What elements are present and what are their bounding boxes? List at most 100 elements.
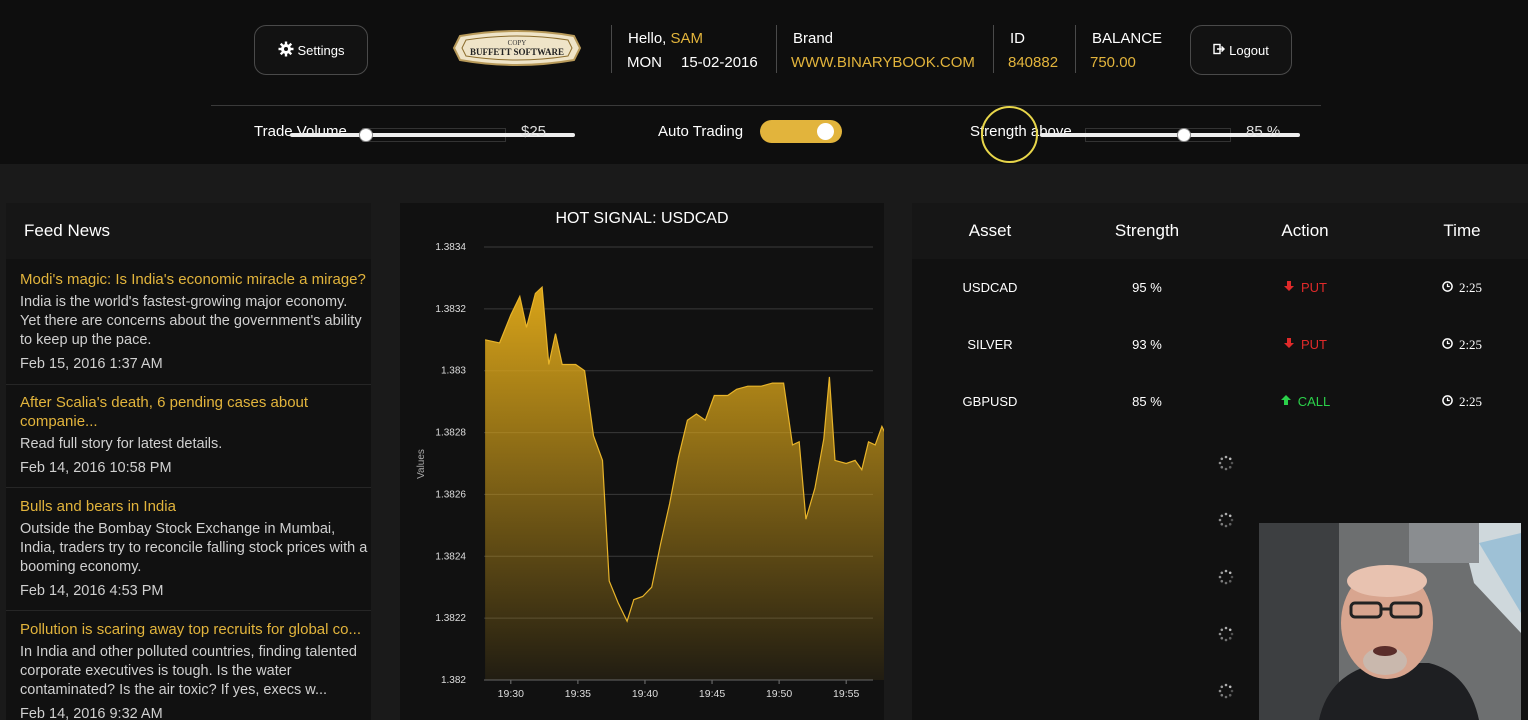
arrow-up-icon [1280, 394, 1292, 409]
y-tick-label: 1.3832 [435, 304, 466, 315]
x-tick-label: 19:35 [565, 688, 591, 700]
x-tick-label: 19:45 [699, 688, 725, 700]
logout-label: Logout [1229, 42, 1269, 58]
asset-cell: USDCAD [962, 280, 1018, 295]
auto-trading-toggle[interactable] [760, 120, 842, 143]
id-value: 840882 [1008, 54, 1059, 71]
header-rule [211, 105, 1321, 106]
header-divider [776, 25, 777, 73]
news-date: Feb 14, 2016 9:32 AM [20, 706, 163, 720]
col-header-strength: Strength [1114, 221, 1180, 240]
gear-icon [278, 41, 294, 60]
strength-cell: 95 % [1132, 280, 1162, 295]
y-tick-label: 1.382 [441, 675, 466, 686]
x-tick-label: 19:50 [766, 688, 792, 700]
settings-button[interactable]: Settings [254, 25, 368, 75]
balance-label: BALANCE [1092, 30, 1163, 47]
asset-cell: SILVER [967, 337, 1013, 352]
trade-volume-slider-handle[interactable] [358, 128, 373, 142]
time-cell: 2:25 [1412, 337, 1512, 353]
news-item[interactable]: Modi's magic: Is India's economic miracl… [6, 270, 371, 385]
series-area [485, 287, 884, 680]
day-label: MON [627, 54, 662, 71]
time-label: 2:25 [1458, 394, 1483, 409]
news-body: Read full story for latest details. [20, 436, 223, 452]
action-cell[interactable]: PUT [1255, 337, 1355, 352]
news-date: Feb 14, 2016 10:58 PM [20, 460, 172, 476]
x-tick-label: 19:30 [498, 688, 524, 700]
logout-button[interactable]: Logout [1190, 25, 1292, 75]
x-tick-label: 19:40 [632, 688, 658, 700]
asset-cell: GBPUSD [962, 394, 1018, 409]
news-date: Feb 15, 2016 1:37 AM [20, 356, 163, 372]
logo-line1: COPY [507, 39, 527, 47]
arrow-down-icon [1283, 280, 1295, 295]
news-item[interactable]: Bulls and bears in India Outside the Bom… [6, 497, 371, 611]
col-header-asset: Asset [968, 221, 1012, 240]
y-tick-label: 1.3826 [435, 489, 466, 500]
news-item[interactable]: After Scalia's death, 6 pending cases ab… [6, 393, 371, 488]
news-date: Feb 14, 2016 4:53 PM [20, 583, 164, 599]
news-title[interactable]: Bulls and bears in India [20, 497, 371, 516]
header-divider [1075, 25, 1076, 73]
y-tick-label: 1.3828 [435, 428, 466, 439]
action-label: PUT [1301, 337, 1327, 352]
strength-slider-handle[interactable] [1176, 128, 1191, 142]
y-tick-label: 1.383 [441, 366, 466, 377]
time-cell: 2:25 [1412, 394, 1512, 410]
cursor-highlight [981, 106, 1038, 163]
x-tick-label: 19:55 [833, 688, 859, 700]
greeting-label: Hello, [628, 30, 667, 47]
spinner-icon [1218, 683, 1234, 699]
col-header-action: Action [1281, 221, 1329, 240]
auto-trading-label: Auto Trading [658, 123, 744, 140]
webcam-overlay [1259, 523, 1521, 720]
logout-icon [1213, 43, 1226, 58]
header-divider [611, 25, 612, 73]
date-label: 15-02-2016 [681, 54, 758, 71]
feed-title: Feed News [24, 221, 110, 240]
news-body: In India and other polluted countries, f… [20, 644, 357, 698]
brand-label: Brand [793, 30, 834, 47]
id-label: ID [1010, 30, 1025, 47]
news-title[interactable]: Modi's magic: Is India's economic miracl… [20, 270, 371, 289]
spinner-icon [1218, 512, 1234, 528]
y-tick-label: 1.3834 [435, 242, 466, 253]
strength-cell: 85 % [1132, 394, 1162, 409]
clock-icon [1442, 394, 1453, 410]
col-header-time: Time [1443, 221, 1481, 240]
strength-cell: 93 % [1132, 337, 1162, 352]
time-cell: 2:25 [1412, 280, 1512, 296]
trade-volume-value: $25 [521, 123, 547, 140]
news-body: Outside the Bombay Stock Exchange in Mum… [20, 521, 368, 575]
balance-value: 750.00 [1090, 54, 1136, 71]
user-name: SAM [670, 30, 704, 47]
spinner-icon [1218, 626, 1234, 642]
y-tick-label: 1.3824 [435, 551, 466, 562]
news-item[interactable]: Pollution is scaring away top recruits f… [6, 620, 371, 720]
news-title[interactable]: After Scalia's death, 6 pending cases ab… [20, 393, 371, 431]
greeting: Hello, SAM [628, 30, 703, 47]
action-cell[interactable]: CALL [1255, 394, 1355, 409]
y-axis-label: Values [416, 449, 427, 479]
y-tick-label: 1.3822 [435, 613, 466, 624]
brand-link[interactable]: WWW.BINARYBOOK.COM [791, 54, 975, 71]
news-body: India is the world's fastest-growing maj… [20, 294, 362, 348]
trade-volume-label: Trade Volume [254, 123, 347, 140]
news-title[interactable]: Pollution is scaring away top recruits f… [20, 620, 371, 639]
action-cell[interactable]: PUT [1255, 280, 1355, 295]
clock-icon [1442, 280, 1453, 296]
settings-label: Settings [297, 42, 345, 58]
spinner-icon [1218, 569, 1234, 585]
arrow-down-icon [1283, 337, 1295, 352]
signal-chart: 1.3834 1.3832 1.383 1.3828 1.3826 1.3824 1.382… [416, 242, 884, 700]
header-divider [993, 25, 994, 73]
toggle-knob [817, 123, 834, 140]
action-label: PUT [1301, 280, 1327, 295]
clock-icon [1442, 337, 1453, 353]
strength-value: 85 % [1246, 123, 1281, 140]
spinner-icon [1218, 455, 1234, 471]
action-label: CALL [1297, 394, 1331, 409]
logo: COPY BUFFETT SOFTWARE [450, 28, 584, 68]
logo-line2: BUFFETT SOFTWARE [469, 47, 565, 57]
